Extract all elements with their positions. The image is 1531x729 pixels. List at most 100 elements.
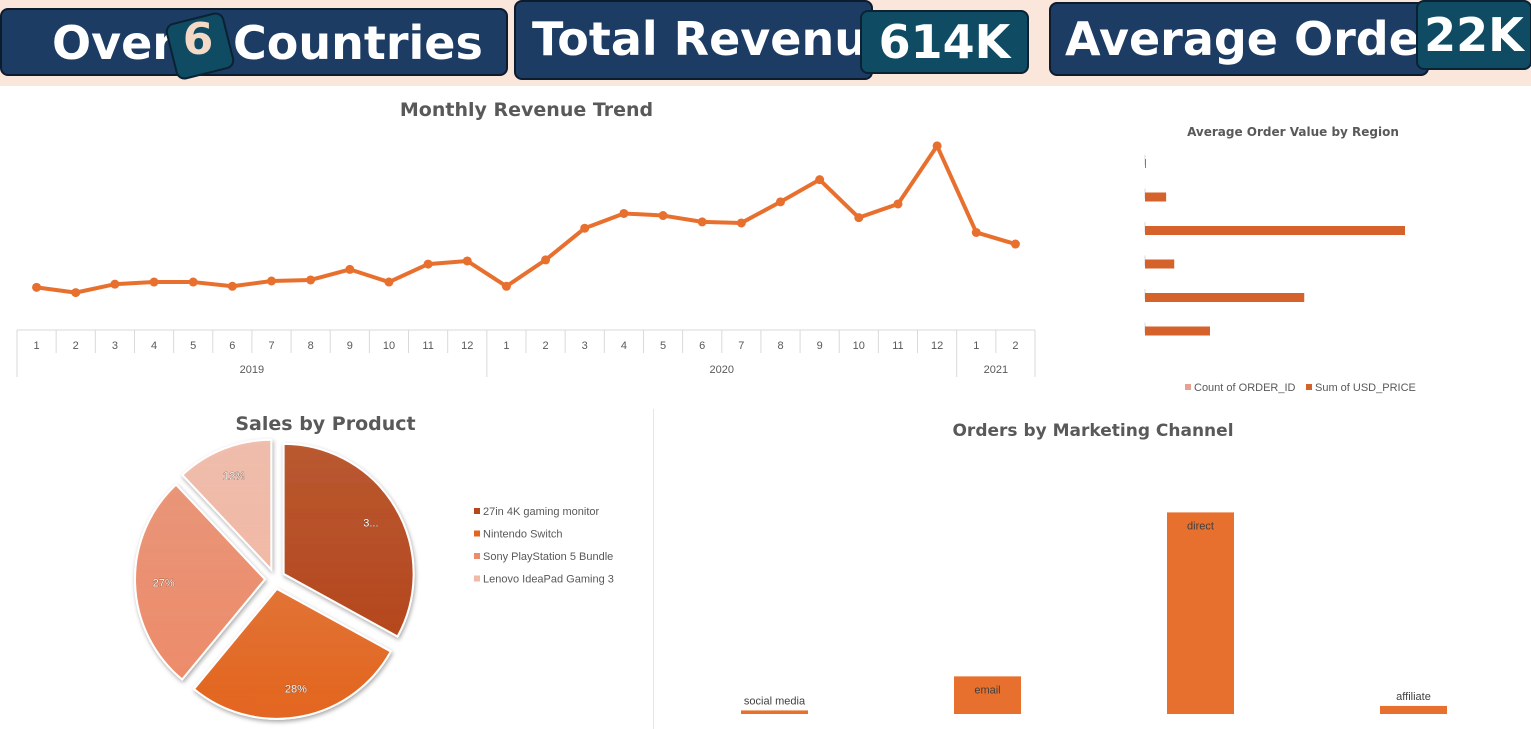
x-tick-label: 2 — [543, 340, 549, 352]
kpi-revenue-label: Total Revenue — [532, 12, 899, 66]
kpi-revenue-value: 614K — [878, 15, 1011, 69]
revenue-point — [658, 211, 668, 221]
x-tick-label: 2 — [73, 340, 79, 352]
x-tick-label: 3 — [112, 340, 118, 352]
revenue-point — [71, 288, 81, 298]
revenue-point — [697, 217, 707, 227]
x-tick-label: 2 — [1012, 340, 1018, 352]
x-tick-label: 12 — [931, 340, 943, 352]
x-tick-label: 10 — [853, 340, 865, 352]
kpi-orders-value-box: 22K — [1416, 0, 1531, 70]
x-tick-label: 6 — [699, 340, 705, 352]
revenue-point — [776, 197, 785, 207]
x-tick-label: 8 — [777, 340, 783, 352]
region-bar — [1145, 259, 1175, 269]
revenue-point — [345, 264, 355, 274]
x-tick-label: 8 — [308, 340, 314, 352]
x-tick-label: 12 — [461, 340, 473, 352]
region-bar — [1145, 293, 1305, 302]
x-tick-label: 9 — [817, 340, 823, 352]
x-tick-label: 7 — [738, 340, 744, 352]
x-tick-label: 3 — [582, 340, 588, 352]
x-tick-label: 10 — [383, 340, 395, 352]
pie-data-label: 27% — [153, 577, 175, 589]
region-bar — [1145, 226, 1405, 235]
kpi-countries-value: 6 — [182, 14, 214, 65]
pie-data-label: 28% — [285, 683, 307, 695]
legend-label: Sum of USD_PRICE — [1315, 382, 1416, 394]
revenue-point — [580, 223, 590, 233]
revenue-point — [541, 255, 551, 265]
channel-orders-chart: social media email direct affiliate — [741, 512, 1447, 714]
channel-bar — [1380, 705, 1447, 714]
x-tick-label: 9 — [347, 340, 353, 352]
region-bar — [1145, 192, 1167, 202]
revenue-point — [893, 199, 903, 209]
region-bar — [1145, 159, 1146, 168]
revenue-point — [1010, 239, 1020, 249]
revenue-point — [462, 256, 472, 266]
revenue-trend-panel: Monthly Revenue Trend 1 2 3 4 5 6 7 8 9 10 11 12 1 2 3… — [0, 89, 1053, 397]
revenue-point — [188, 277, 198, 287]
region-aov-panel: Average Order Value by Region Count of O… — [1055, 89, 1531, 407]
region-aov-chart: Count of ORDER_ID Sum of USD_PRICE — [1144, 155, 1416, 394]
channel-bar — [1167, 512, 1234, 714]
kpi-orders-label: Average Orders — [1065, 12, 1470, 66]
revenue-point — [971, 227, 981, 237]
kpi-countries-suffix: Countries — [233, 16, 483, 70]
revenue-point — [384, 277, 394, 287]
region-bar — [1145, 326, 1210, 336]
channel-data-label: social media — [744, 695, 806, 707]
pie-data-label: 3... — [363, 517, 378, 529]
revenue-point — [854, 213, 864, 223]
legend-swatch — [474, 530, 480, 537]
legend-label: Lenovo IdeaPad Gaming 3 — [483, 574, 614, 586]
kpi-orders-value: 22K — [1424, 8, 1524, 62]
product-sales-chart: 3... 28% 27% 12% 27in 4K gaming monitor Ninte… — [134, 438, 614, 720]
x-tick-label: 11 — [422, 340, 433, 352]
revenue-point — [227, 281, 237, 291]
x-tick-label: 1 — [503, 340, 509, 352]
revenue-point — [110, 279, 120, 289]
channel-data-label: affiliate — [1396, 691, 1431, 703]
kpi-countries-prefix: Over — [52, 16, 175, 70]
revenue-point — [619, 208, 629, 218]
legend-swatch — [474, 553, 480, 559]
x-tick-label: 6 — [229, 340, 235, 352]
x-tick-label: 11 — [892, 340, 903, 352]
x-tick-label: 7 — [268, 340, 274, 352]
year-group-label: 2019 — [240, 364, 264, 376]
revenue-point — [932, 141, 942, 151]
revenue-trend-chart: 1 2 3 4 5 6 7 8 9 10 11 12 1 2 3 4 5 6 7 8 9 10 11 12 1 22019 2020… — [16, 141, 1036, 377]
kpi-countries-card: Over 6 Countries — [0, 8, 508, 82]
pie-data-label: 12% — [223, 470, 245, 482]
revenue-point — [423, 259, 433, 269]
product-sales-panel: Sales by Product 3... 28% 27% 12% 27in 4K ga… — [0, 400, 651, 729]
legend-swatch — [1306, 384, 1312, 390]
legend-swatch — [474, 508, 480, 514]
year-group-label: 2021 — [984, 364, 1008, 376]
revenue-point — [267, 276, 276, 286]
revenue-point — [149, 277, 159, 287]
legend-swatch — [474, 575, 480, 582]
channel-data-label: email — [974, 684, 1000, 696]
legend-label: Sony PlayStation 5 Bundle — [483, 551, 613, 563]
revenue-point — [32, 282, 42, 292]
x-tick-label: 4 — [621, 340, 627, 352]
revenue-point — [815, 175, 825, 185]
revenue-point — [306, 275, 316, 285]
x-tick-label: 1 — [34, 340, 40, 352]
channel-data-label: direct — [1187, 520, 1214, 532]
revenue-point — [736, 218, 746, 228]
legend-label: Nintendo Switch — [483, 529, 563, 541]
kpi-orders-card: Average Orders — [1049, 2, 1470, 76]
kpi-revenue-card: Total Revenue — [514, 0, 898, 80]
kpi-banner: Over 6 Countries Total Revenue 614K Aver… — [0, 0, 1531, 86]
channel-orders-panel: Orders by Marketing Channel social media… — [653, 409, 1531, 729]
channel-bar — [741, 710, 808, 714]
x-tick-label: 1 — [973, 340, 979, 352]
legend-swatch — [1185, 384, 1191, 390]
revenue-point — [501, 281, 511, 291]
x-tick-label: 5 — [660, 340, 666, 352]
revenue-series-line — [34, 143, 1018, 295]
